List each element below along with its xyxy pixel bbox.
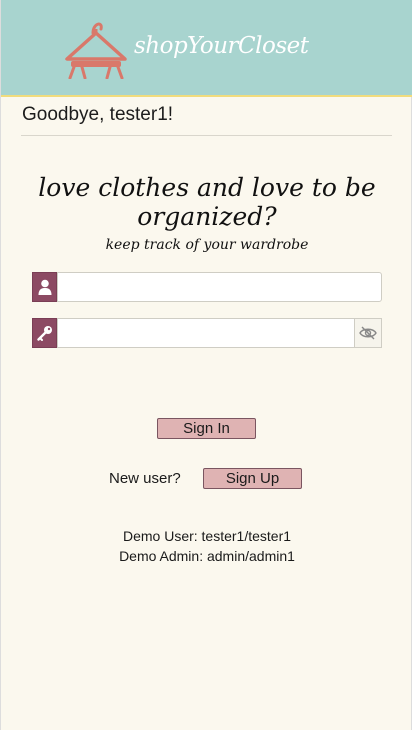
page: shopYourCloset Goodbye, tester1! love cl…	[0, 0, 412, 730]
password-input[interactable]	[57, 318, 355, 348]
username-field	[32, 272, 382, 302]
subtagline: keep track of your wardrobe	[105, 237, 309, 253]
brand-name[interactable]: shopYourCloset	[134, 33, 309, 59]
divider	[21, 135, 392, 136]
eye-slash-icon	[359, 326, 377, 340]
greeting-message: Goodbye, tester1!	[22, 104, 174, 125]
sign-in-button[interactable]: Sign In	[157, 418, 256, 439]
demo-admin-info: Demo Admin: admin/admin1	[119, 548, 295, 564]
password-field	[32, 318, 382, 348]
user-icon	[32, 272, 57, 302]
app-header: shopYourCloset	[1, 0, 412, 97]
sign-up-button[interactable]: Sign Up	[203, 468, 302, 489]
new-user-label: New user?	[109, 470, 181, 487]
key-icon	[32, 318, 57, 348]
toggle-password-visibility-button[interactable]	[355, 318, 382, 348]
tagline: love clothes and love to be organized?	[38, 173, 376, 231]
username-input[interactable]	[57, 272, 382, 302]
demo-user-info: Demo User: tester1/tester1	[122, 528, 292, 544]
hanger-icon	[65, 22, 127, 79]
